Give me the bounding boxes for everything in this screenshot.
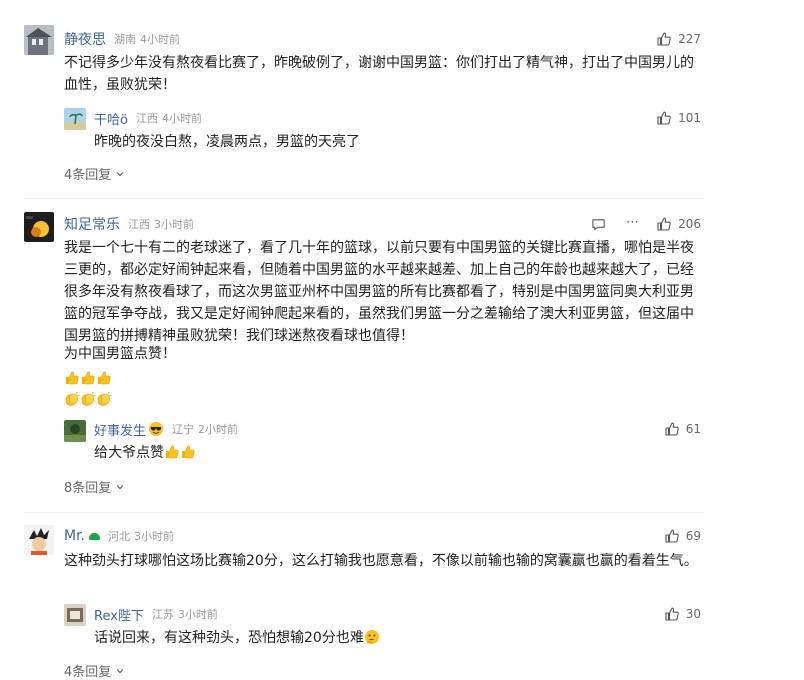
thinking-emoji bbox=[364, 629, 380, 645]
username[interactable]: Mr. bbox=[64, 528, 85, 544]
reply-text: 话说回来，有这种劲头，恐怕想输20分也难 bbox=[94, 627, 380, 649]
more-replies-button[interactable]: 4条回复 bbox=[64, 661, 125, 680]
avatar[interactable] bbox=[24, 212, 54, 242]
avatar[interactable] bbox=[64, 604, 86, 626]
thumbs-up-emoji bbox=[164, 444, 180, 460]
comment-text: 不记得多少年没有熬夜看比赛了，昨晚破例了，谢谢中国男篮：你们打出了精气神，打出了… bbox=[64, 55, 694, 93]
more-replies-button[interactable]: 4条回复 bbox=[64, 164, 125, 183]
clap-emoji bbox=[96, 391, 112, 407]
reply-text: 昨晚的夜没白熬，凌晨两点，男篮的天亮了 bbox=[94, 134, 360, 150]
divider bbox=[24, 198, 704, 199]
username[interactable]: 知足常乐 bbox=[64, 214, 120, 234]
username[interactable]: 干哈ö bbox=[94, 109, 128, 128]
like-button[interactable]: 61 bbox=[664, 421, 701, 437]
like-button[interactable]: 30 bbox=[664, 606, 701, 622]
more-replies-button[interactable]: 8条回复 bbox=[64, 477, 125, 496]
like-count: 61 bbox=[685, 422, 701, 436]
like-button[interactable]: 101 bbox=[656, 110, 701, 126]
reply-text-content: 给大爷点赞 bbox=[94, 445, 164, 461]
clap-emoji bbox=[80, 391, 96, 407]
comment-text: 这种劲头打球哪怕这场比赛输20分，这么打输我也愿意看，不像以前输也输的窝囊赢也赢… bbox=[64, 553, 698, 569]
thumbs-up-emoji bbox=[180, 444, 196, 460]
user-location: 江苏 bbox=[151, 608, 174, 621]
thumb-up-icon bbox=[656, 216, 672, 232]
clap-emoji bbox=[64, 391, 80, 407]
thumbs-up-emoji bbox=[80, 370, 96, 386]
more-replies-label: 4条回复 bbox=[64, 665, 112, 680]
comment-time: 4小时前 bbox=[140, 33, 180, 46]
comment-time: 3小时前 bbox=[177, 608, 218, 621]
reply-text: 给大爷点赞 bbox=[94, 442, 196, 464]
like-button[interactable]: 227 bbox=[656, 31, 701, 47]
user-location: 湖南 bbox=[114, 33, 136, 46]
comment-time: 2小时前 bbox=[198, 423, 239, 436]
chevron-down-icon bbox=[115, 666, 125, 676]
sunglasses-emoji bbox=[148, 421, 164, 437]
chevron-down-icon bbox=[115, 169, 125, 179]
like-count: 206 bbox=[678, 217, 701, 231]
thumb-up-icon bbox=[664, 606, 680, 622]
thumb-up-icon bbox=[664, 528, 680, 544]
username[interactable]: 好事发生 bbox=[94, 420, 146, 439]
emoji-row bbox=[64, 368, 112, 387]
level-badge-icon bbox=[89, 532, 100, 540]
avatar[interactable] bbox=[64, 108, 86, 130]
thumbs-up-emoji bbox=[64, 370, 80, 386]
more-replies-label: 4条回复 bbox=[64, 168, 112, 183]
like-count: 101 bbox=[678, 111, 701, 125]
divider bbox=[24, 512, 704, 513]
avatar[interactable] bbox=[64, 420, 86, 442]
user-location: 河北 bbox=[108, 530, 130, 543]
like-button[interactable]: 69 bbox=[664, 528, 701, 544]
user-location: 江西 bbox=[128, 218, 150, 231]
like-button[interactable]: 206 bbox=[656, 216, 701, 232]
username[interactable]: Rex陛下 bbox=[94, 605, 144, 624]
comment-text-line: 为中国男篮点赞！ bbox=[64, 346, 176, 362]
avatar[interactable] bbox=[24, 25, 54, 55]
thumb-up-icon bbox=[664, 421, 680, 437]
comment-icon[interactable] bbox=[591, 217, 606, 232]
comment-text: 我是一个七十有二的老球迷了，看了几十年的篮球，以前只要有中国男篮的关键比赛直播，… bbox=[64, 240, 694, 344]
like-count: 30 bbox=[685, 607, 701, 621]
chevron-down-icon bbox=[115, 482, 125, 492]
thumb-up-icon bbox=[656, 110, 672, 126]
user-location: 辽宁 bbox=[172, 423, 195, 436]
username[interactable]: 静夜思 bbox=[64, 29, 106, 49]
reply-text-content: 话说回来，有这种劲头，恐怕想输20分也难 bbox=[94, 630, 364, 646]
like-count: 227 bbox=[678, 32, 701, 46]
user-location: 江西 bbox=[135, 112, 158, 125]
comment-time: 4小时前 bbox=[161, 112, 202, 125]
comment-time: 3小时前 bbox=[154, 218, 194, 231]
thumbs-up-emoji bbox=[96, 370, 112, 386]
avatar[interactable] bbox=[24, 525, 54, 555]
emoji-row bbox=[64, 389, 112, 408]
more-replies-label: 8条回复 bbox=[64, 481, 112, 496]
thumb-up-icon bbox=[656, 31, 672, 47]
comment-time: 3小时前 bbox=[134, 530, 174, 543]
ellipsis-icon[interactable]: ⋯ bbox=[626, 215, 640, 230]
like-count: 69 bbox=[685, 529, 701, 543]
